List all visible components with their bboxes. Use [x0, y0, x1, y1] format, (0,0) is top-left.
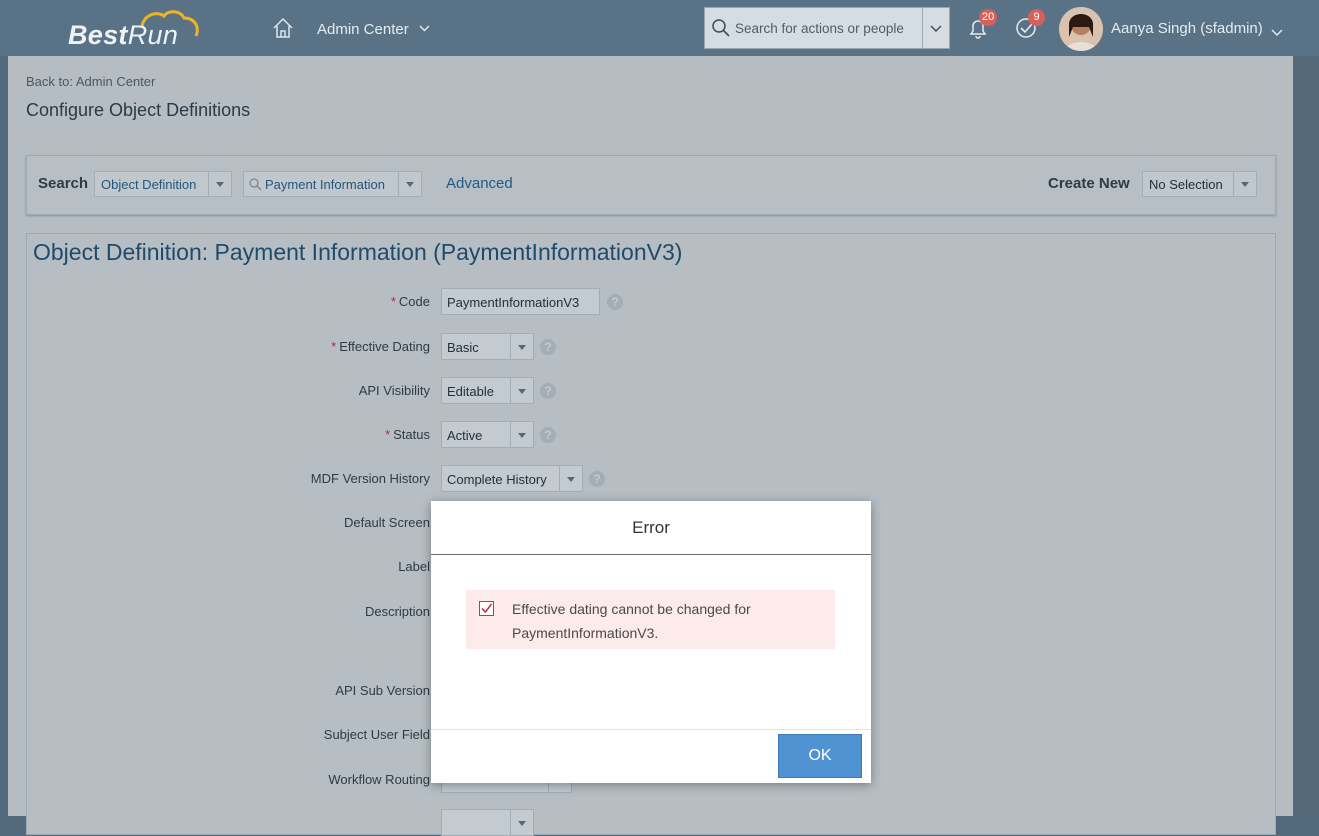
object-type-select[interactable]: Object Definition: [94, 171, 232, 197]
search-icon: [712, 19, 730, 42]
todo-button[interactable]: 9: [1015, 9, 1045, 44]
status-label: * Status: [385, 427, 430, 442]
mdf-version-history-label: MDF Version History: [310, 471, 430, 486]
home-icon[interactable]: [272, 17, 294, 39]
chevron-down-icon[interactable]: [510, 378, 533, 403]
definition-title: Object Definition: Payment Information (…: [33, 239, 683, 265]
avatar[interactable]: [1059, 7, 1103, 51]
label-label: Label: [398, 559, 430, 574]
admin-center-label: Admin Center: [317, 21, 409, 38]
object-search-value: Payment Information: [265, 177, 385, 192]
chevron-down-icon: [930, 25, 942, 32]
chevron-down-icon[interactable]: [510, 422, 533, 447]
chevron-down-icon[interactable]: [1233, 172, 1256, 196]
create-new-label: Create New: [1048, 175, 1130, 192]
dialog-title: Error: [431, 501, 871, 555]
search-panel: Search Object Definition Payment Informa…: [26, 155, 1276, 215]
search-label: Search: [38, 175, 89, 192]
error-message: Effective dating cannot be changed for P…: [466, 590, 835, 649]
workflow-routing-label: Workflow Routing: [328, 772, 430, 787]
chevron-down-icon: [419, 19, 430, 36]
subject-user-field-label: Subject User Field: [323, 727, 430, 742]
chevron-down-icon[interactable]: [208, 172, 231, 196]
back-link[interactable]: Back to: Admin Center: [26, 74, 155, 89]
error-check-icon: [479, 601, 494, 616]
global-search[interactable]: Search for actions or people: [704, 7, 950, 49]
chevron-down-icon[interactable]: [398, 172, 421, 196]
code-label: * Code: [390, 294, 430, 309]
api-visibility-select[interactable]: Editable: [441, 377, 534, 404]
chevron-down-icon[interactable]: [559, 466, 582, 491]
effective-dating-label: * Effective Dating: [331, 339, 430, 354]
next-field-select[interactable]: [441, 809, 534, 836]
api-sub-version-label: API Sub Version: [335, 683, 430, 698]
help-icon[interactable]: ?: [540, 427, 556, 443]
logo-text: BestRun: [68, 20, 179, 50]
effective-dating-select[interactable]: Basic: [441, 333, 534, 360]
mdf-version-history-select[interactable]: Complete History: [441, 465, 583, 492]
right-rail: [1293, 56, 1319, 816]
search-icon: [249, 178, 262, 191]
chevron-down-icon[interactable]: [510, 334, 533, 359]
ok-button[interactable]: OK: [778, 734, 862, 778]
error-message-text: Effective dating cannot be changed for P…: [512, 601, 751, 641]
help-icon[interactable]: ?: [589, 471, 605, 487]
api-visibility-label: API Visibility: [358, 383, 430, 398]
object-type-value: Object Definition: [101, 177, 197, 192]
object-search-select[interactable]: Payment Information: [243, 171, 422, 197]
dialog-footer: OK: [431, 729, 871, 784]
shell-bar: BestRun Admin Center Search for actions …: [0, 0, 1319, 56]
page-title: Configure Object Definitions: [26, 100, 251, 120]
chevron-down-icon[interactable]: [1271, 24, 1283, 42]
admin-center-menu[interactable]: Admin Center: [317, 19, 430, 38]
search-dropdown-button[interactable]: [922, 8, 949, 48]
todo-badge: 9: [1028, 9, 1045, 26]
code-field[interactable]: PaymentInformationV3: [441, 288, 600, 315]
error-dialog: Error Effective dating cannot be changed…: [431, 501, 871, 783]
help-icon[interactable]: ?: [540, 383, 556, 399]
help-icon[interactable]: ?: [607, 294, 623, 310]
help-icon[interactable]: ?: [540, 339, 556, 355]
user-name[interactable]: Aanya Singh (sfadmin): [1111, 20, 1263, 37]
notifications-button[interactable]: 20: [967, 9, 998, 44]
create-new-select[interactable]: No Selection: [1142, 171, 1257, 197]
search-input[interactable]: Search for actions or people: [735, 21, 904, 36]
description-label: Description: [364, 604, 430, 619]
notifications-badge: 20: [979, 9, 998, 26]
bestrun-logo[interactable]: BestRun: [68, 8, 204, 50]
chevron-down-icon[interactable]: [510, 810, 533, 835]
status-select[interactable]: Active: [441, 421, 534, 448]
advanced-link[interactable]: Advanced: [446, 175, 513, 192]
default-screen-label: Default Screen: [344, 515, 430, 530]
create-new-value: No Selection: [1149, 177, 1223, 192]
